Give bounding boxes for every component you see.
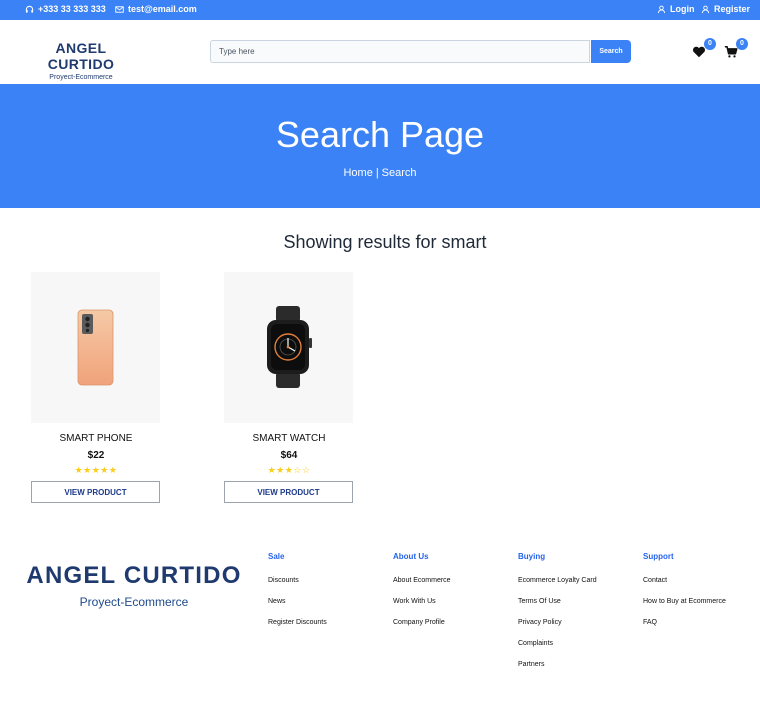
product-image[interactable] — [224, 272, 353, 423]
footer-link[interactable]: Ecommerce Loyalty Card — [518, 577, 597, 598]
footer-link[interactable]: About Ecommerce — [393, 577, 451, 598]
footer-link[interactable]: Register Discounts — [268, 619, 327, 640]
rating-stars: ★★★☆☆ — [267, 465, 311, 475]
user-icon — [701, 5, 710, 13]
login-label: Login — [670, 4, 695, 14]
headset-icon — [25, 5, 34, 13]
search-button[interactable]: Search — [591, 40, 631, 63]
footer-link[interactable]: FAQ — [643, 619, 726, 640]
footer-column-title: Buying — [518, 552, 546, 561]
footer-link[interactable]: Terms Of Use — [518, 598, 597, 619]
footer-link[interactable]: News — [268, 598, 327, 619]
phone-number: +333 33 333 333 — [38, 4, 106, 14]
product-card: SMART WATCH $64 ★★★☆☆ VIEW PRODUCT — [224, 272, 354, 503]
breadcrumb-current: Search — [381, 167, 417, 179]
page-hero: Search Page Home | Search — [0, 84, 760, 208]
product-image[interactable] — [31, 272, 160, 423]
footer-column-title: Support — [643, 552, 674, 561]
smartphone-icon — [77, 309, 114, 386]
wishlist-count-badge: 0 — [704, 38, 716, 50]
footer-column-sale: Sale Discounts News Register Discounts — [268, 552, 327, 640]
smartwatch-icon — [267, 306, 312, 388]
page-title: Search Page — [275, 114, 485, 155]
product-price: $22 — [87, 450, 105, 461]
view-product-button[interactable]: VIEW PRODUCT — [224, 481, 353, 503]
footer-link[interactable]: Work With Us — [393, 598, 451, 619]
footer-brand: ANGEL CURTIDO Proyect-Ecommerce — [18, 562, 250, 609]
register-link[interactable]: Register — [701, 4, 750, 14]
search-input[interactable] — [210, 40, 590, 63]
footer-column-title: About Us — [393, 552, 429, 561]
envelope-icon — [115, 5, 124, 13]
view-product-button[interactable]: VIEW PRODUCT — [31, 481, 160, 503]
phone-contact: +333 33 333 333 — [25, 4, 106, 14]
breadcrumb: Home | Search — [0, 167, 760, 179]
rating-stars: ★★★★★ — [74, 465, 118, 475]
results-heading: Showing results for smart — [283, 232, 487, 252]
user-icon — [657, 5, 666, 13]
footer-link[interactable]: Complaints — [518, 640, 597, 661]
top-bar: +333 33 333 333 test@email.com Login Reg… — [0, 0, 760, 20]
footer-column-buying: Buying Ecommerce Loyalty Card Terms Of U… — [518, 552, 597, 682]
footer-column-title: Sale — [268, 552, 285, 561]
footer-brand-name: ANGEL CURTIDO — [26, 562, 242, 589]
footer-column-about: About Us About Ecommerce Work With Us Co… — [393, 552, 451, 640]
email-contact: test@email.com — [115, 4, 197, 14]
breadcrumb-home[interactable]: Home — [343, 167, 372, 179]
product-price: $64 — [280, 450, 298, 461]
brand-name: ANGEL CURTIDO — [47, 40, 115, 72]
footer-link[interactable]: Company Profile — [393, 619, 451, 640]
footer-brand-subtitle: Proyect-Ecommerce — [79, 595, 189, 609]
product-card: SMART PHONE $22 ★★★★★ VIEW PRODUCT — [31, 272, 161, 503]
footer-link[interactable]: Discounts — [268, 577, 327, 598]
login-link[interactable]: Login — [657, 4, 695, 14]
footer-link[interactable]: Privacy Policy — [518, 619, 597, 640]
site-header: ANGEL CURTIDO Proyect-Ecommerce Search 0… — [0, 20, 760, 84]
email-address: test@email.com — [128, 4, 197, 14]
brand-logo[interactable]: ANGEL CURTIDO Proyect-Ecommerce — [24, 40, 138, 81]
footer-link[interactable]: How to Buy at Ecommerce — [643, 598, 726, 619]
product-name[interactable]: SMART WATCH — [224, 433, 354, 444]
footer-link[interactable]: Contact — [643, 577, 726, 598]
register-label: Register — [714, 4, 751, 14]
footer-column-support: Support Contact How to Buy at Ecommerce … — [643, 552, 726, 640]
brand-subtitle: Proyect-Ecommerce — [49, 74, 113, 81]
footer-link[interactable]: Partners — [518, 661, 597, 682]
breadcrumb-separator: | — [375, 167, 379, 179]
cart-count-badge: 0 — [736, 38, 748, 50]
product-name[interactable]: SMART PHONE — [31, 433, 161, 444]
